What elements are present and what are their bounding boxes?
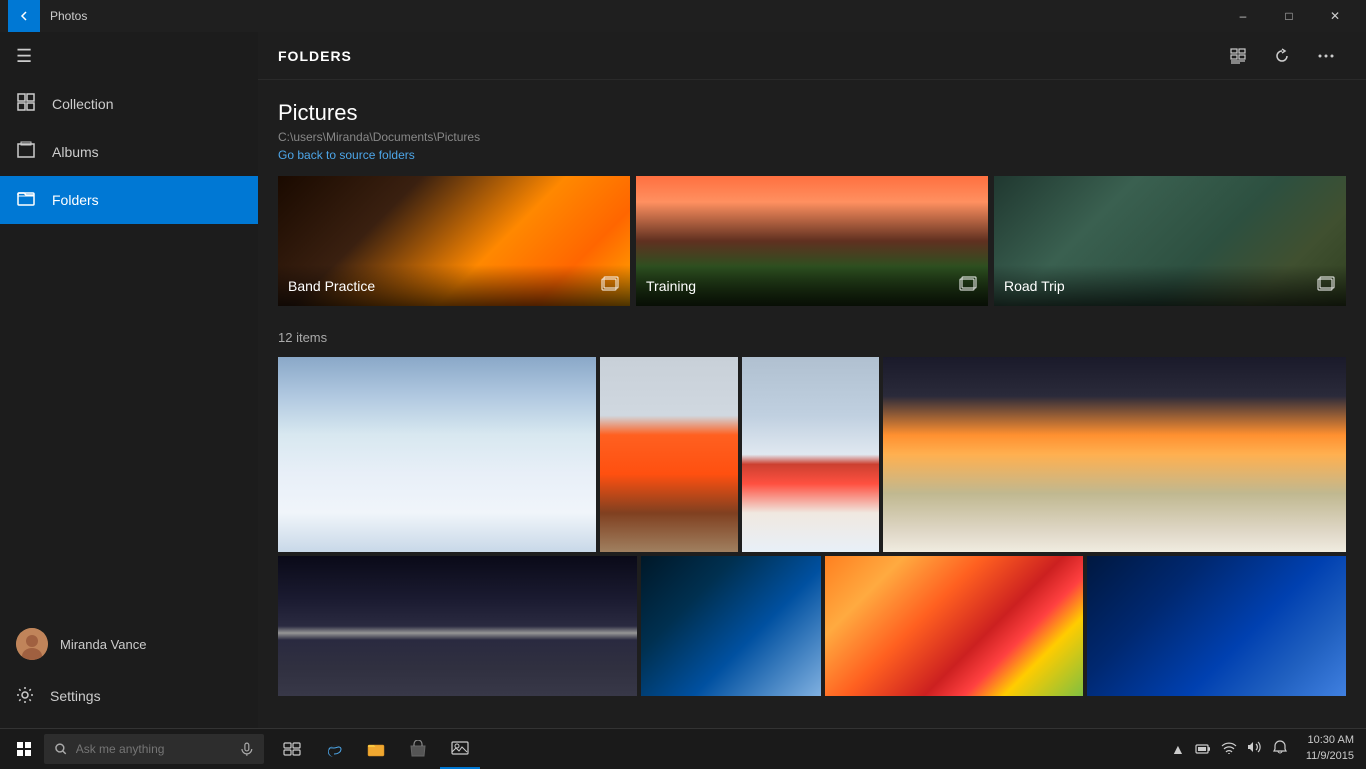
folder-grid: Band Practice Training xyxy=(278,176,1346,306)
user-name: Miranda Vance xyxy=(60,637,146,652)
photo-night-cabin[interactable] xyxy=(278,556,637,696)
photo-kid-orange[interactable] xyxy=(600,357,737,552)
close-button[interactable]: ✕ xyxy=(1312,0,1358,32)
content-body: Pictures C:\users\Miranda\Documents\Pict… xyxy=(258,80,1366,728)
folder-name-band-practice: Band Practice xyxy=(288,278,375,294)
photo-snowy-road[interactable] xyxy=(278,357,596,552)
content-area: FOLDERS xyxy=(258,32,1366,728)
sidebar-toggle[interactable]: ☰ xyxy=(0,32,258,80)
title-bar: Photos – □ ✕ xyxy=(0,0,1366,32)
photo-grid-row-2 xyxy=(278,556,1346,696)
folders-icon xyxy=(16,189,36,212)
sidebar-item-folders[interactable]: Folders xyxy=(0,176,258,224)
refresh-button[interactable] xyxy=(1262,38,1302,74)
folder-tile-band-practice[interactable]: Band Practice xyxy=(278,176,630,306)
photo-grid-row-1 xyxy=(278,357,1346,552)
volume-icon xyxy=(1244,740,1266,757)
folder-stack-icon xyxy=(1316,273,1336,298)
pictures-path: C:\users\Miranda\Documents\Pictures xyxy=(278,130,1346,144)
avatar xyxy=(16,628,48,660)
source-folders-link[interactable]: Go back to source folders xyxy=(278,148,1346,162)
header-actions xyxy=(1218,38,1346,74)
photo-blue-abstract-bg xyxy=(641,556,821,696)
photo-underwater-bg xyxy=(1087,556,1346,696)
folder-name-road-trip: Road Trip xyxy=(1004,278,1065,294)
folder-tile-road-trip[interactable]: Road Trip xyxy=(994,176,1346,306)
pictures-section: Pictures C:\users\Miranda\Documents\Pict… xyxy=(278,100,1346,696)
user-profile[interactable]: Miranda Vance xyxy=(0,616,258,672)
sidebar-item-collection[interactable]: Collection xyxy=(0,80,258,128)
page-title: FOLDERS xyxy=(278,48,1218,64)
settings-icon xyxy=(16,686,34,707)
taskbar: ▲ xyxy=(0,728,1366,768)
app-title: Photos xyxy=(50,9,1220,23)
photo-snowy-road-bg xyxy=(278,357,596,552)
search-icon xyxy=(54,742,68,756)
window-controls: – □ ✕ xyxy=(1220,0,1358,32)
microphone-icon xyxy=(240,742,254,756)
minimize-button[interactable]: – xyxy=(1220,0,1266,32)
settings-label: Settings xyxy=(50,688,101,704)
photos-button[interactable] xyxy=(440,729,480,769)
explorer-button[interactable] xyxy=(356,729,396,769)
photo-kid-ski[interactable] xyxy=(742,357,879,552)
content-header: FOLDERS xyxy=(258,32,1366,80)
folder-tile-label: Road Trip xyxy=(994,265,1346,306)
collection-icon xyxy=(16,93,36,116)
photo-kid-ski-bg xyxy=(742,357,879,552)
photo-sunset-snow-bg xyxy=(883,357,1346,552)
notifications-icon[interactable] xyxy=(1270,740,1290,757)
folder-tile-label: Band Practice xyxy=(278,265,630,306)
sidebar: ☰ Collection xyxy=(0,32,258,728)
folder-name-training: Training xyxy=(646,278,696,294)
sidebar-nav: Collection Albums xyxy=(0,80,258,616)
items-count: 12 items xyxy=(278,330,1346,345)
folders-label: Folders xyxy=(52,192,99,208)
system-clock[interactable]: 10:30 AM 11/9/2015 xyxy=(1298,733,1362,764)
sidebar-item-albums[interactable]: Albums xyxy=(0,128,258,176)
photo-kid-orange-bg xyxy=(600,357,737,552)
pictures-title: Pictures xyxy=(278,100,1346,126)
show-hidden-icons[interactable]: ▲ xyxy=(1168,741,1188,757)
albums-icon xyxy=(16,141,36,164)
view-toggle-button[interactable] xyxy=(1218,38,1258,74)
start-button[interactable] xyxy=(4,729,44,769)
folder-tile-training[interactable]: Training xyxy=(636,176,988,306)
taskbar-apps xyxy=(272,729,480,769)
settings-item[interactable]: Settings xyxy=(0,672,258,720)
search-box[interactable] xyxy=(44,734,264,764)
edge-button[interactable] xyxy=(314,729,354,769)
network-icon xyxy=(1218,741,1240,757)
photo-fruit[interactable] xyxy=(825,556,1084,696)
main-container: ☰ Collection xyxy=(0,32,1366,728)
battery-icon xyxy=(1192,741,1214,757)
folder-stack-icon xyxy=(600,273,620,298)
sidebar-footer: Miranda Vance Settings xyxy=(0,616,258,728)
photo-night-cabin-bg xyxy=(278,556,637,696)
more-options-button[interactable] xyxy=(1306,38,1346,74)
clock-date: 11/9/2015 xyxy=(1306,749,1354,764)
clock-time: 10:30 AM xyxy=(1306,733,1354,748)
folder-stack-icon xyxy=(958,273,978,298)
photo-sunset-snow[interactable] xyxy=(883,357,1346,552)
photo-fruit-bg xyxy=(825,556,1084,696)
store-button[interactable] xyxy=(398,729,438,769)
albums-label: Albums xyxy=(52,144,99,160)
maximize-button[interactable]: □ xyxy=(1266,0,1312,32)
photo-underwater[interactable] xyxy=(1087,556,1346,696)
search-input[interactable] xyxy=(76,742,233,756)
photo-blue-abstract[interactable] xyxy=(641,556,821,696)
collection-label: Collection xyxy=(52,96,113,112)
task-view-button[interactable] xyxy=(272,729,312,769)
folder-tile-label: Training xyxy=(636,265,988,306)
system-tray: ▲ xyxy=(1160,740,1298,757)
back-button[interactable] xyxy=(8,0,40,32)
